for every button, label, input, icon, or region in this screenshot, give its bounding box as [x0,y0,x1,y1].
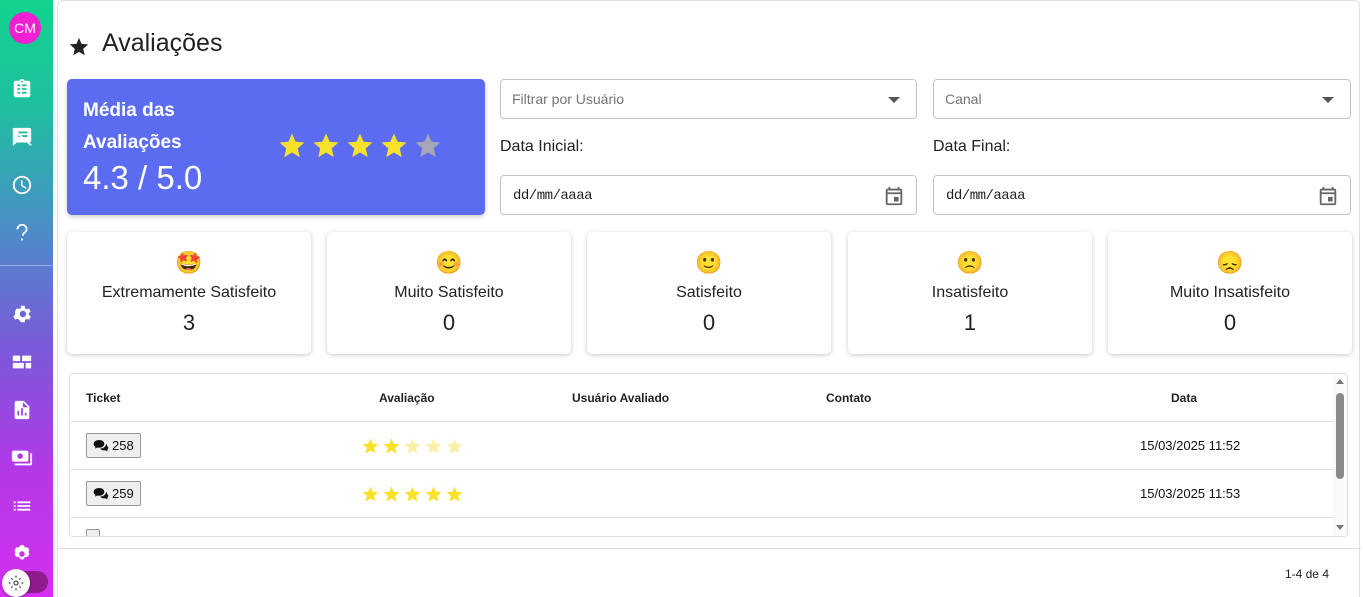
list-icon[interactable] [10,494,34,518]
table-scrollbar[interactable] [1333,374,1347,536]
star-filled-icon [383,438,400,454]
date-cell: 15/03/2025 11:53 [1140,486,1241,501]
satisfaction-count: 3 [182,310,196,335]
satisfaction-card-extremely-satisfied: 🤩 Extremamente Satisfeito 3 [67,232,311,354]
chat-bubbles-icon [93,439,109,451]
row-rating-stars [361,437,464,456]
flower-settings-icon[interactable] [10,542,34,566]
ticket-button[interactable] [86,529,100,536]
avatar[interactable]: CM [9,12,41,44]
sidebar: CM [0,0,53,597]
smiling-emoji-icon: 😊 [435,250,463,275]
main-content: Avaliações Média das Avaliações 4.3 / 5.… [57,0,1361,597]
scroll-down-arrow-icon[interactable] [1336,525,1344,530]
star-filled-icon [347,133,373,158]
date-cell: 15/03/2025 11:52 [1140,438,1241,453]
row-rating-stars [361,485,464,504]
column-header-date[interactable]: Data [1171,391,1197,405]
dashboard-icon[interactable] [10,350,34,374]
gear-icon[interactable] [10,302,34,326]
clock-icon[interactable] [10,173,34,197]
star-filled-icon [383,486,400,502]
ticket-button[interactable]: 259 [86,481,141,506]
star-empty-icon [404,438,421,454]
pagination-info: 1-4 de 4 [1284,567,1329,581]
money-icon[interactable] [10,446,34,470]
footer-divider [58,548,1361,549]
average-rating-stars [277,131,443,161]
satisfaction-label: Satisfeito [676,284,742,301]
satisfaction-count: 0 [702,310,716,335]
star-struck-emoji-icon: 🤩 [175,250,203,275]
satisfaction-label: Muito Satisfeito [394,284,504,301]
chevron-down-icon [888,97,900,103]
start-date-label: Data Inicial: [500,138,584,155]
star-empty-icon [446,438,463,454]
slight-smile-emoji-icon: 🙂 [695,250,723,275]
sidebar-divider [0,265,53,266]
report-icon[interactable] [10,398,34,422]
chat-off-icon[interactable] [10,125,34,149]
chevron-down-icon [1322,97,1334,103]
help-icon[interactable] [10,221,34,245]
page-title-text: Avaliações [102,29,223,57]
column-header-rating[interactable]: Avaliação [379,391,435,405]
satisfaction-card-dissatisfied: 🙁 Insatisfeito 1 [848,232,1092,354]
star-filled-icon [362,486,379,502]
average-rating-label: Média das Avaliações [83,100,182,153]
end-date-placeholder: dd/mm/aaaa [946,188,1026,204]
start-date-input[interactable]: dd/mm/aaaa [500,175,917,215]
table-row: 259 15/03/2025 11:53 [70,470,1334,518]
satisfaction-label: Muito Insatisfeito [1169,284,1291,301]
satisfaction-count: 0 [442,310,456,335]
column-header-contact[interactable]: Contato [826,391,871,405]
user-filter-select[interactable]: Filtrar por Usuário [500,79,917,119]
satisfaction-card-very-dissatisfied: 😞 Muito Insatisfeito 0 [1108,232,1352,354]
ticket-number: 259 [112,486,134,501]
end-date-label: Data Final: [933,138,1011,155]
satisfaction-label: Insatisfeito [931,284,1009,301]
average-rating-value: 4.3 / 5.0 [83,159,203,196]
star-empty-icon [415,133,441,158]
sun-icon[interactable] [2,569,30,597]
ticket-button[interactable]: 258 [86,433,141,458]
column-header-ticket[interactable]: Ticket [86,391,120,405]
calendar-icon[interactable] [883,185,905,207]
clipboard-list-icon[interactable] [10,77,34,101]
channel-filter-select[interactable]: Canal [933,79,1351,119]
scroll-up-arrow-icon[interactable] [1336,379,1344,384]
average-rating-card: Média das Avaliações 4.3 / 5.0 [67,79,485,215]
star-filled-icon [362,438,379,454]
start-date-placeholder: dd/mm/aaaa [513,188,593,204]
frowning-emoji-icon: 🙁 [956,250,984,275]
star-filled-icon [313,133,339,158]
star-filled-icon [404,486,421,502]
table-row [70,518,1334,536]
chat-bubbles-icon [93,487,109,499]
end-date-input[interactable]: dd/mm/aaaa [933,175,1351,215]
satisfaction-card-very-satisfied: 😊 Muito Satisfeito 0 [327,232,571,354]
satisfaction-count: 1 [963,310,977,335]
star-filled-icon [381,133,407,158]
ticket-number: 258 [112,438,134,453]
star-filled-icon [279,133,305,158]
column-header-user[interactable]: Usuário Avaliado [572,391,669,405]
star-filled-icon [425,486,442,502]
disappointed-emoji-icon: 😞 [1216,250,1244,275]
calendar-icon[interactable] [1317,185,1339,207]
star-icon [69,37,89,55]
table-row: 258 15/03/2025 11:52 [70,422,1334,470]
page-title: Avaliações [68,29,222,58]
satisfaction-label: Extremamente Satisfeito [101,284,277,301]
table-header: Ticket Avaliação Usuário Avaliado Contat… [70,374,1334,422]
scroll-thumb[interactable] [1336,393,1344,479]
ratings-table: Ticket Avaliação Usuário Avaliado Contat… [69,373,1348,537]
channel-filter-placeholder: Canal [945,91,982,107]
star-empty-icon [425,438,442,454]
user-filter-placeholder: Filtrar por Usuário [512,91,625,107]
star-filled-icon [446,486,463,502]
satisfaction-card-satisfied: 🙂 Satisfeito 0 [587,232,831,354]
satisfaction-count: 0 [1223,310,1237,335]
